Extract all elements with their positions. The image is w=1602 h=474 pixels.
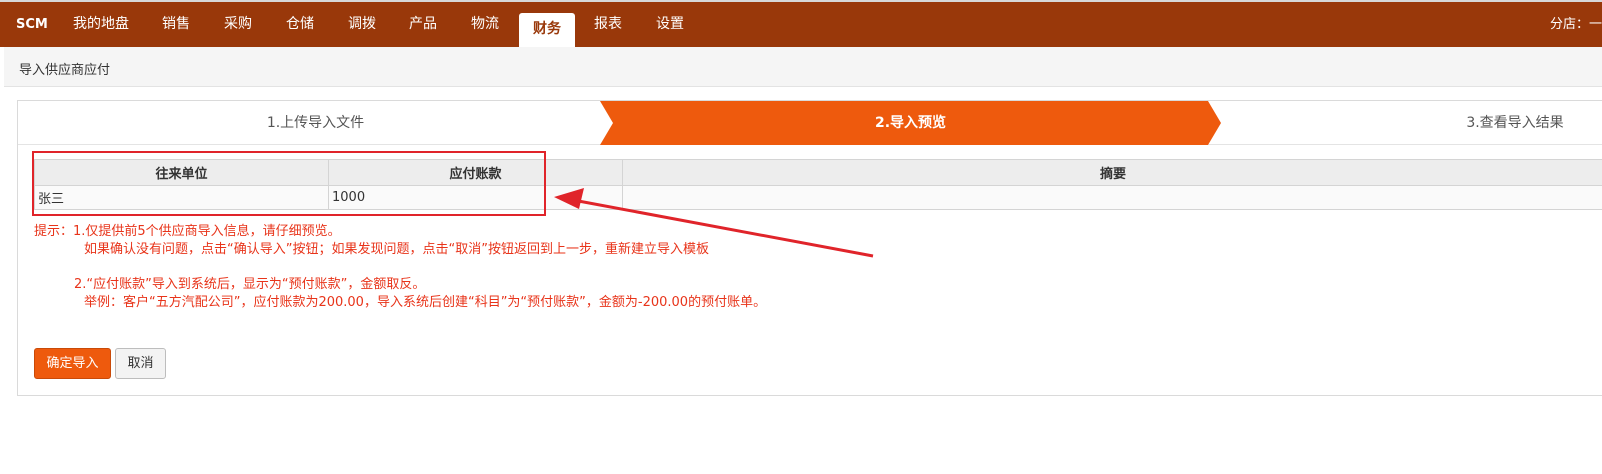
hint-line-1: 提示：1.仅提供前5个供应商导入信息，请仔细预览。 (34, 224, 341, 239)
table-row: 张三 1000 (34, 185, 1602, 210)
top-nav: SCM 我的地盘 销售 采购 仓储 调拨 产品 物流 财务 报表 设置 分店：一 (0, 0, 1602, 47)
preview-table: 往来单位 应付账款 摘要 张三 1000 (34, 159, 1602, 210)
hint-line-2: 如果确认没有问题，点击“确认导入”按钮；如果发现问题，点击“取消”按钮返回到上一… (84, 242, 709, 257)
column-header-summary: 摘要 (622, 159, 1602, 186)
nav-item-transfer[interactable]: 调拨 (336, 2, 388, 47)
brand-logo[interactable]: SCM (16, 17, 48, 32)
nav-item-reports[interactable]: 报表 (582, 2, 634, 47)
cell-counterparty: 张三 (34, 185, 329, 210)
cell-summary (622, 185, 1602, 210)
nav-item-warehouse[interactable]: 仓储 (274, 2, 326, 47)
nav-item-product[interactable]: 产品 (397, 2, 449, 47)
column-header-counterparty: 往来单位 (34, 159, 329, 186)
step-wizard: 1.上传导入文件 2.导入预览 3.查看导入结果 (18, 101, 1602, 145)
confirm-import-button[interactable]: 确定导入 (34, 348, 111, 379)
cell-payable: 1000 (328, 185, 623, 210)
page-title: 导入供应商应付 (19, 63, 111, 78)
import-panel: 1.上传导入文件 2.导入预览 3.查看导入结果 往来单位 应付账款 摘要 张三… (17, 100, 1602, 396)
nav-item-sales[interactable]: 销售 (150, 2, 202, 47)
step-upload-file: 1.上传导入文件 (266, 115, 365, 131)
step-view-result: 3.查看导入结果 (1466, 115, 1564, 131)
nav-item-finance[interactable]: 财务 (519, 13, 575, 47)
nav-item-logistics[interactable]: 物流 (459, 2, 511, 47)
step-import-preview: 2.导入预览 (874, 115, 947, 131)
column-header-payable: 应付账款 (328, 159, 623, 186)
hint-line-3: 2.“应付账款”导入到系统后，显示为“预付账款”，金额取反。 (74, 277, 426, 292)
nav-item-purchase[interactable]: 采购 (212, 2, 264, 47)
page-header: 导入供应商应付 (4, 47, 1602, 87)
hint-line-4: 举例：客户“五方汽配公司”，应付账款为200.00，导入系统后创建“科目”为“预… (84, 295, 767, 310)
cancel-button[interactable]: 取消 (115, 348, 166, 379)
table-header-row: 往来单位 应付账款 摘要 (34, 159, 1602, 186)
nav-item-my-area[interactable]: 我的地盘 (60, 2, 142, 47)
store-selector[interactable]: 分店：一 (1550, 2, 1602, 47)
nav-item-settings[interactable]: 设置 (644, 2, 696, 47)
